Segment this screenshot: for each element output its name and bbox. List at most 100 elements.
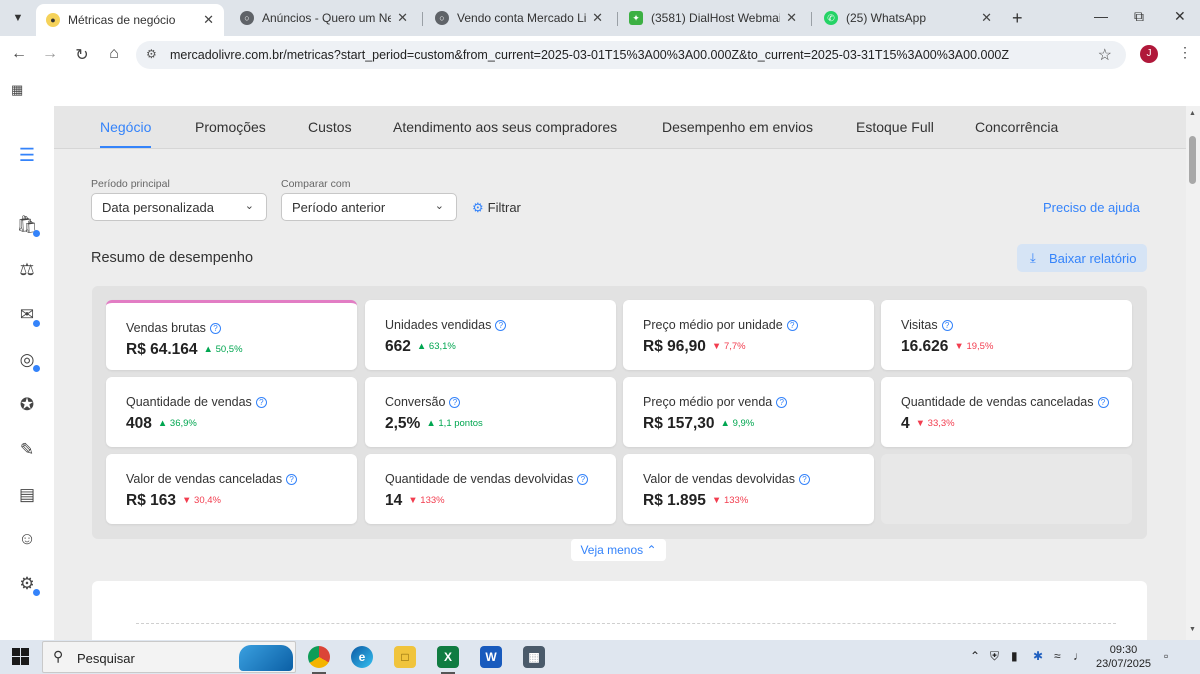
filter-button[interactable]: ⚙ Filtrar bbox=[472, 200, 521, 216]
security-shield-icon[interactable]: ⛨ bbox=[990, 649, 999, 664]
profile-avatar[interactable]: J bbox=[1140, 45, 1158, 63]
close-tab-icon[interactable]: ✕ bbox=[397, 10, 408, 26]
search-highlight-image bbox=[239, 645, 293, 671]
forward-icon[interactable]: → bbox=[40, 45, 60, 63]
metric-card[interactable]: Valor de vendas canceladas? R$ 163 ▼ 30,4… bbox=[106, 454, 357, 524]
metric-value: R$ 1.895 ▼ 133% bbox=[643, 492, 749, 509]
arrow-down-icon: ▼ bbox=[408, 495, 418, 506]
help-icon[interactable]: ? bbox=[286, 474, 298, 485]
reload-icon[interactable]: ↻ bbox=[72, 45, 92, 65]
new-tab-button[interactable]: + bbox=[1012, 8, 1023, 29]
browser-tab-anuncios[interactable]: ○ Anúncios - Quero um Negócio ✕ bbox=[230, 4, 418, 32]
help-icon[interactable]: ? bbox=[209, 323, 221, 334]
help-link[interactable]: Preciso de ajuda bbox=[1043, 200, 1140, 215]
help-icon[interactable]: ? bbox=[449, 397, 461, 408]
metric-card[interactable]: Quantidade de vendas? 408 ▲ 36,9% bbox=[106, 377, 357, 447]
tab-concorrencia[interactable]: Concorrência bbox=[975, 119, 1058, 135]
minimize-icon[interactable]: — bbox=[1094, 8, 1108, 24]
gear-icon[interactable]: ⚙ bbox=[16, 573, 40, 596]
browser-tab-metricas[interactable]: ● Métricas de negócio ✕ bbox=[36, 4, 224, 36]
help-icon[interactable]: ? bbox=[798, 474, 810, 485]
star-badge-icon[interactable]: ✪ bbox=[16, 394, 38, 416]
help-icon[interactable]: ? bbox=[1097, 397, 1109, 408]
money-hand-icon[interactable]: ◎ bbox=[16, 349, 40, 372]
hamburger-menu-icon[interactable]: ☰ bbox=[16, 144, 38, 166]
tab-search-chevron-icon[interactable]: ▼ bbox=[8, 8, 28, 28]
battery-icon[interactable]: ▮ bbox=[1011, 649, 1018, 663]
word-icon[interactable]: W bbox=[480, 646, 502, 668]
apps-grid-icon[interactable]: ▦ bbox=[11, 82, 23, 98]
edge-icon[interactable]: e bbox=[351, 646, 373, 668]
help-icon[interactable]: ? bbox=[776, 397, 788, 408]
chevron-up-icon[interactable]: ⌃ bbox=[970, 649, 980, 663]
wifi-icon[interactable]: ≈ bbox=[1054, 649, 1061, 663]
help-icon[interactable]: ? bbox=[255, 397, 267, 408]
bookmark-star-icon[interactable]: ☆ bbox=[1098, 45, 1112, 65]
compare-select[interactable]: Período anterior ⌄ bbox=[281, 193, 457, 221]
restore-icon[interactable]: ⧉ bbox=[1134, 8, 1144, 25]
file-explorer-icon[interactable]: □ bbox=[394, 646, 416, 668]
delta-down: ▼ 133% bbox=[711, 495, 749, 506]
scroll-down-arrow-icon[interactable]: ▼ bbox=[1189, 626, 1196, 633]
browser-tab-whatsapp[interactable]: ✆ (25) WhatsApp ✕ bbox=[814, 4, 1002, 32]
user-circle-icon[interactable]: ☺ bbox=[16, 528, 38, 550]
url-text[interactable]: mercadolivre.com.br/metricas?start_perio… bbox=[170, 48, 1009, 62]
metric-card[interactable]: Vendas brutas? R$ 64.164 ▲ 50,5% bbox=[106, 300, 357, 370]
metric-card[interactable]: Unidades vendidas? 662 ▲ 63,1% bbox=[365, 300, 616, 370]
see-less-button[interactable]: Veja menos ⌃ bbox=[571, 539, 666, 561]
metric-card[interactable]: Quantidade de vendas devolvidas? 14 ▼ 133… bbox=[365, 454, 616, 524]
metric-card[interactable]: Preço médio por unidade? R$ 96,90 ▼ 7,7% bbox=[623, 300, 874, 370]
help-icon[interactable]: ? bbox=[495, 320, 507, 331]
tab-title: Anúncios - Quero um Negócio bbox=[262, 11, 392, 25]
close-tab-icon[interactable]: ✕ bbox=[786, 10, 797, 26]
browser-tab-dialhost[interactable]: ✦ (3581) DialHost Webmail :: E ✕ bbox=[619, 4, 807, 32]
close-window-icon[interactable]: ✕ bbox=[1174, 8, 1186, 25]
taskbar: ⚲ Pesquisar e □ X W ▦ ⌃ ⛨ ▮ ✱ ≈ ♩ 09:30 … bbox=[0, 640, 1200, 674]
download-report-button[interactable]: ⤓ Baixar relatório bbox=[1017, 244, 1147, 272]
metric-card[interactable]: Valor de vendas devolvidas? R$ 1.895 ▼ 13… bbox=[623, 454, 874, 524]
bluetooth-icon[interactable]: ✱ bbox=[1033, 649, 1043, 663]
tab-custos[interactable]: Custos bbox=[308, 119, 352, 135]
excel-icon[interactable]: X bbox=[437, 646, 459, 674]
close-tab-icon[interactable]: ✕ bbox=[592, 10, 603, 26]
windows-start-icon[interactable] bbox=[12, 648, 29, 665]
envelope-icon[interactable]: ✉ bbox=[16, 304, 40, 327]
metric-card[interactable]: Quantidade de vendas canceladas? 4 ▼ 33,3… bbox=[881, 377, 1132, 447]
help-icon[interactable]: ? bbox=[786, 320, 798, 331]
metric-card[interactable]: Preço médio por venda? R$ 157,30 ▲ 9,9% bbox=[623, 377, 874, 447]
tag-icon[interactable]: ⚖ bbox=[16, 259, 38, 281]
home-icon[interactable]: ⌂ bbox=[104, 45, 124, 63]
tab-title: Vendo conta Mercado Livre bbox=[457, 11, 587, 25]
tab-atendimento[interactable]: Atendimento aos seus compradores bbox=[393, 119, 617, 135]
tab-promocoes[interactable]: Promoções bbox=[195, 119, 266, 135]
tab-desempenho-envios[interactable]: Desempenho em envios bbox=[662, 119, 813, 135]
sliders-icon: ⚙ bbox=[472, 200, 484, 215]
close-tab-icon[interactable]: ✕ bbox=[981, 10, 992, 26]
scroll-thumb[interactable] bbox=[1189, 136, 1196, 184]
tab-negocio[interactable]: Negócio bbox=[100, 119, 152, 148]
browser-tab-vendo-conta[interactable]: ○ Vendo conta Mercado Livre ✕ bbox=[425, 4, 613, 32]
system-clock[interactable]: 09:30 23/07/2025 bbox=[1096, 643, 1151, 671]
period-select[interactable]: Data personalizada ⌄ bbox=[91, 193, 267, 221]
metric-card[interactable]: Visitas? 16.626 ▼ 19,5% bbox=[881, 300, 1132, 370]
scroll-up-arrow-icon[interactable]: ▲ bbox=[1189, 110, 1196, 117]
site-info-icon[interactable]: ⚙ bbox=[146, 47, 157, 61]
address-bar[interactable]: ⚙ mercadolivre.com.br/metricas?start_per… bbox=[136, 41, 1126, 69]
arrow-down-icon: ▼ bbox=[181, 495, 192, 506]
tab-estoque-full[interactable]: Estoque Full bbox=[856, 119, 934, 135]
metric-card[interactable]: Conversão? 2,5% ▲ 1,1 pontos bbox=[365, 377, 616, 447]
receipt-icon[interactable]: ▤ bbox=[16, 484, 38, 506]
back-icon[interactable]: ← bbox=[9, 45, 29, 63]
browser-menu-icon[interactable]: ⋮ bbox=[1178, 44, 1192, 61]
volume-icon[interactable]: ♩ bbox=[1073, 649, 1085, 663]
help-icon[interactable]: ? bbox=[941, 320, 953, 331]
document-edit-icon[interactable]: ✎ bbox=[16, 439, 38, 461]
calculator-icon[interactable]: ▦ bbox=[523, 646, 545, 668]
close-tab-icon[interactable]: ✕ bbox=[203, 12, 214, 28]
notifications-icon[interactable]: ▫ bbox=[1164, 649, 1168, 663]
page-scrollbar[interactable]: ▲ ▼ bbox=[1186, 106, 1200, 640]
taskbar-search[interactable]: ⚲ Pesquisar bbox=[42, 641, 296, 673]
shopping-bag-icon[interactable]: 🛍 bbox=[16, 214, 40, 237]
help-icon[interactable]: ? bbox=[577, 474, 589, 485]
chrome-icon[interactable] bbox=[308, 646, 330, 674]
